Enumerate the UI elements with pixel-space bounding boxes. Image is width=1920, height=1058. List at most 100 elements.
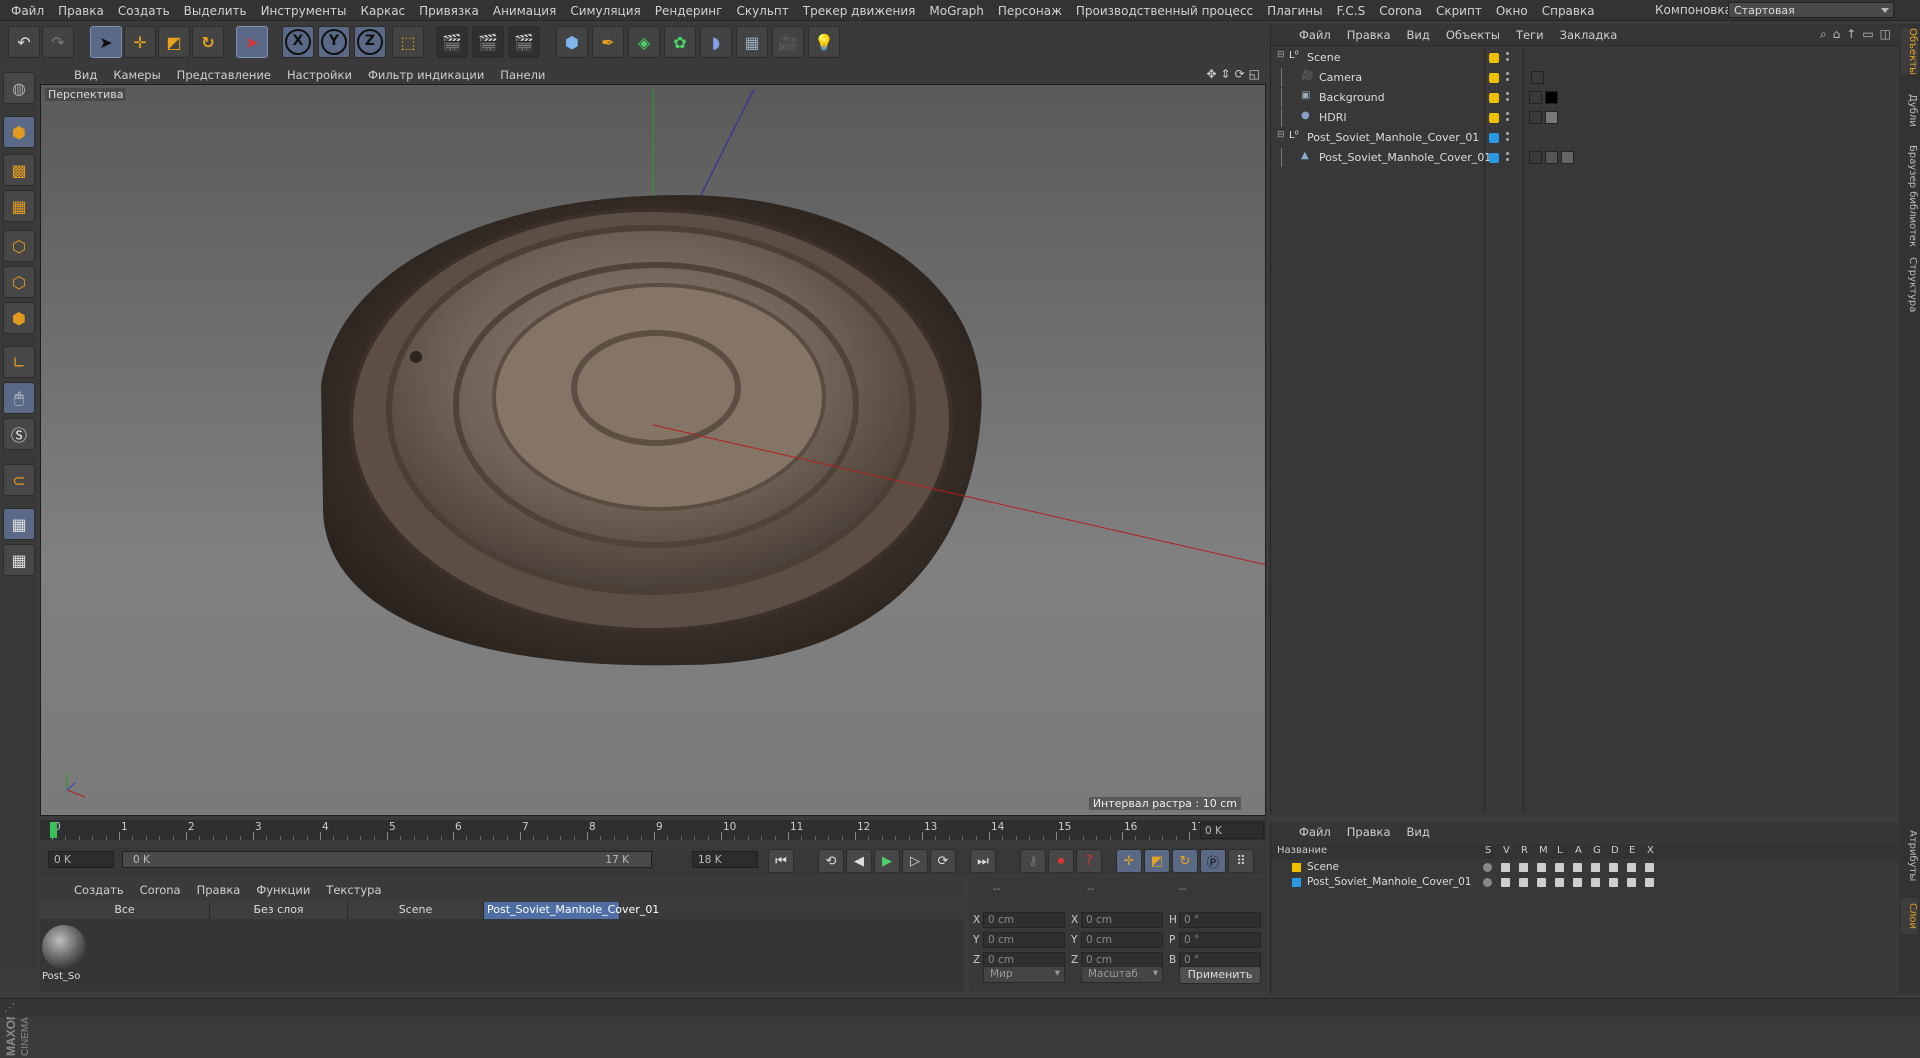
layer-toggle-X[interactable] xyxy=(1645,878,1654,887)
record-scale-button[interactable]: ◩ xyxy=(1144,849,1170,873)
layer-toggle-A[interactable] xyxy=(1573,878,1582,887)
menu-item-19[interactable]: Окно xyxy=(1489,4,1535,18)
layer-color-swatch[interactable] xyxy=(1489,93,1499,103)
viewport-menu-item-5[interactable]: Панели xyxy=(492,68,553,82)
object-menu-item-2[interactable]: Вид xyxy=(1399,28,1438,42)
dolly-icon[interactable]: ⇕ xyxy=(1221,67,1231,81)
compositing-tag-icon[interactable] xyxy=(1529,91,1542,104)
record-parameter-button[interactable]: Ⓟ xyxy=(1200,849,1226,873)
layer-menu-item-0[interactable]: Файл xyxy=(1291,825,1339,839)
up-arrow-icon[interactable]: ↑ xyxy=(1846,27,1856,42)
object-row[interactable]: ⊟ L⁰ Scene xyxy=(1271,48,1899,67)
workplane-align-button[interactable]: ▦ xyxy=(3,544,35,576)
layer-color-swatch[interactable] xyxy=(1489,113,1499,123)
viewport-menu-item-3[interactable]: Настройки xyxy=(279,68,360,82)
add-camera-button[interactable]: 🎥 xyxy=(772,26,804,58)
workplane-lock-button[interactable]: ▦ xyxy=(3,508,35,540)
menu-item-13[interactable]: Персонаж xyxy=(991,4,1069,18)
coord-value-field[interactable]: 0 cm xyxy=(983,932,1065,948)
menu-item-14[interactable]: Производственный процесс xyxy=(1069,4,1260,18)
object-row[interactable]: ⊟ L⁰ Post_Soviet_Manhole_Cover_01 xyxy=(1271,128,1899,147)
tab-layers[interactable]: Слои xyxy=(1901,898,1918,934)
tab-takes[interactable]: Дубли xyxy=(1901,90,1918,130)
record-point-level-button[interactable]: ⠿ xyxy=(1228,849,1254,873)
menu-item-2[interactable]: Создать xyxy=(111,4,177,18)
redo-button[interactable]: ↷ xyxy=(42,26,74,58)
layer-toggle-V[interactable] xyxy=(1501,863,1510,872)
menu-item-15[interactable]: Плагины xyxy=(1260,4,1329,18)
menu-item-10[interactable]: Скульпт xyxy=(729,4,795,18)
add-cube-button[interactable]: ⬢ xyxy=(556,26,588,58)
menu-item-1[interactable]: Правка xyxy=(51,4,111,18)
render-visibility-dot[interactable] xyxy=(1506,158,1509,161)
end-frame-field[interactable]: 18 K xyxy=(692,851,758,868)
object-menu-item-5[interactable]: Закладка xyxy=(1552,28,1626,42)
object-row[interactable]: ▲ Post_Soviet_Manhole_Cover_01 xyxy=(1271,148,1899,167)
menu-item-16[interactable]: F.C.S xyxy=(1330,4,1373,18)
x-axis-lock-button[interactable]: X xyxy=(282,26,314,58)
prev-frame-button[interactable]: ◀ xyxy=(846,849,872,873)
layout-select[interactable]: Стартовая xyxy=(1728,2,1894,18)
render-visibility-dot[interactable] xyxy=(1506,138,1509,141)
add-light-button[interactable]: 💡 xyxy=(808,26,840,58)
y-axis-lock-button[interactable]: Y xyxy=(318,26,350,58)
layer-toggle-V[interactable] xyxy=(1501,878,1510,887)
coord-value-field[interactable]: 0 ° xyxy=(1179,912,1261,928)
snap-button[interactable]: Ⓢ xyxy=(3,418,35,450)
menu-item-8[interactable]: Симуляция xyxy=(563,4,647,18)
add-deformer-button[interactable]: ◗ xyxy=(700,26,732,58)
texture-mode-button[interactable]: ▩ xyxy=(3,154,35,186)
next-frame-button[interactable]: ▷ xyxy=(902,849,928,873)
render-visibility-dot[interactable] xyxy=(1506,98,1509,101)
undo-button[interactable]: ↶ xyxy=(8,26,40,58)
go-to-end-button[interactable]: ⏭ xyxy=(970,849,996,873)
scale-tool-button[interactable]: ◩ xyxy=(158,26,190,58)
viewport-menu-item-2[interactable]: Представление xyxy=(169,68,279,82)
render-visibility-dot[interactable] xyxy=(1506,78,1509,81)
protection-tag-icon[interactable] xyxy=(1531,71,1544,84)
layer-menu-item-2[interactable]: Вид xyxy=(1399,825,1438,839)
material-tab-2[interactable]: Scene xyxy=(348,902,484,919)
menu-item-18[interactable]: Скрипт xyxy=(1429,4,1489,18)
tweak-mode-button[interactable]: 🖱 xyxy=(3,382,35,414)
make-editable-button[interactable]: ◍ xyxy=(3,72,35,104)
add-environment-button[interactable]: ▦ xyxy=(736,26,768,58)
render-visibility-dot[interactable] xyxy=(1506,58,1509,61)
material-tab-1[interactable]: Без слоя xyxy=(210,902,348,919)
layer-toggle-R[interactable] xyxy=(1519,878,1528,887)
layer-toggle-D[interactable] xyxy=(1609,878,1618,887)
layer-toggle-M[interactable] xyxy=(1537,878,1546,887)
menu-item-20[interactable]: Справка xyxy=(1535,4,1602,18)
object-name[interactable]: Background xyxy=(1319,91,1385,104)
prev-key-button[interactable]: ⟲ xyxy=(818,849,844,873)
layer-color-swatch[interactable] xyxy=(1489,73,1499,83)
layer-toggle-A[interactable] xyxy=(1573,863,1582,872)
layer-color-swatch[interactable] xyxy=(1489,133,1499,143)
timeline-ruler[interactable]: 0 1 2 3 4 5 6 7 8 9 10 11 12 13 14 15 16 17 xyxy=(50,820,1204,840)
home-icon[interactable]: ⌂ xyxy=(1833,27,1841,42)
play-button[interactable]: ▶ xyxy=(874,849,900,873)
phong-tag-icon[interactable] xyxy=(1529,151,1542,164)
record-position-button[interactable]: ✛ xyxy=(1116,849,1142,873)
move-tool-button[interactable]: ✛ xyxy=(124,26,156,58)
layer-color-swatch[interactable] xyxy=(1292,878,1301,887)
layer-name[interactable]: Scene xyxy=(1307,861,1339,873)
object-row[interactable]: ● HDRI xyxy=(1271,108,1899,127)
playhead[interactable] xyxy=(50,822,57,838)
layer-color-swatch[interactable] xyxy=(1292,863,1301,872)
add-spline-button[interactable]: ✒ xyxy=(592,26,624,58)
menu-item-7[interactable]: Анимация xyxy=(486,4,563,18)
editor-visibility-dot[interactable] xyxy=(1506,72,1509,75)
menu-item-4[interactable]: Инструменты xyxy=(254,4,354,18)
material-menu-item-2[interactable]: Правка xyxy=(189,883,249,897)
workplane-mode-button[interactable]: ▦ xyxy=(3,190,35,222)
new-window-icon[interactable]: ◫ xyxy=(1880,27,1891,42)
editor-visibility-dot[interactable] xyxy=(1506,112,1509,115)
pan-icon[interactable]: ✥ xyxy=(1206,67,1216,81)
points-mode-button[interactable]: ⬡ xyxy=(3,230,35,262)
layer-toggle-E[interactable] xyxy=(1627,878,1636,887)
tab-content-browser[interactable]: Браузер библиотек xyxy=(1901,136,1918,256)
layer-toggle-X[interactable] xyxy=(1645,863,1654,872)
maximize-view-icon[interactable]: ◱ xyxy=(1249,67,1260,81)
object-name[interactable]: Post_Soviet_Manhole_Cover_01 xyxy=(1319,151,1491,164)
